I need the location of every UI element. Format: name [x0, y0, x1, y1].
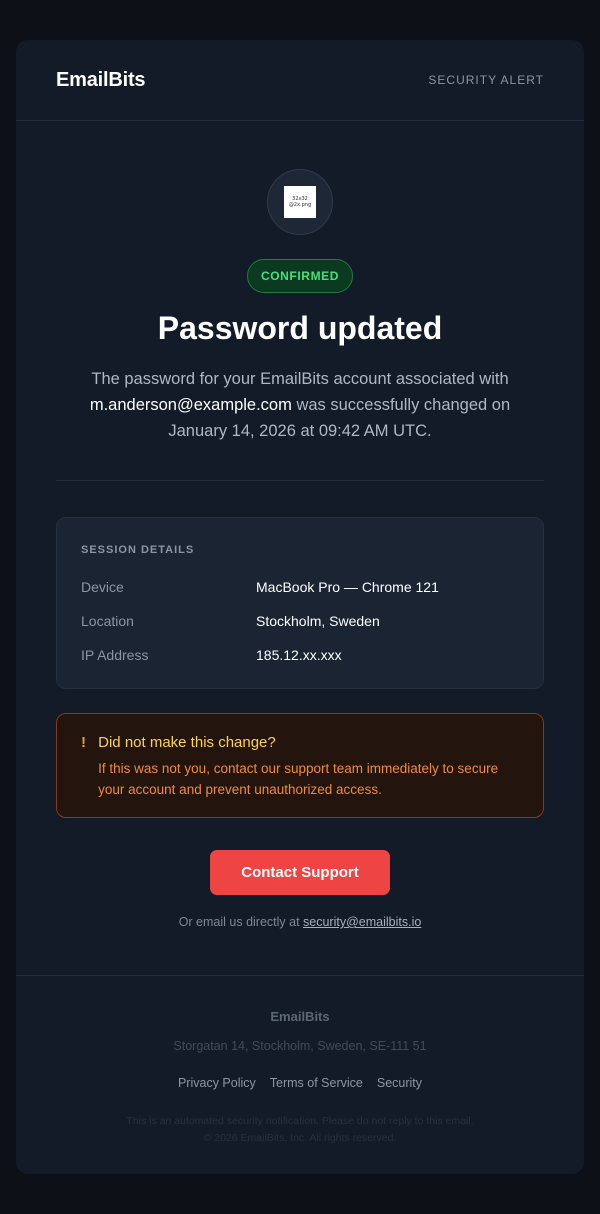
- page-title: Password updated: [157, 310, 443, 346]
- session-value: MacBook Pro — Chrome 121: [256, 579, 439, 595]
- exclamation-icon: !: [81, 734, 86, 751]
- session-details-panel: SESSION DETAILS Device MacBook Pro — Chr…: [56, 517, 544, 689]
- security-alert-label: SECURITY ALERT: [428, 73, 544, 87]
- contact-support-button[interactable]: Contact Support: [210, 850, 390, 895]
- security-email-link[interactable]: security@emailbits.io: [303, 915, 421, 929]
- brand-logo: EmailBits: [56, 68, 146, 91]
- account-email: m.anderson@example.com: [89, 396, 292, 414]
- session-value: 185.12.xx.xxx: [256, 647, 342, 663]
- session-value: Stockholm, Sweden: [256, 613, 380, 629]
- session-row-ip: IP Address 185.12.xx.xxx: [81, 638, 519, 672]
- direct-email-line: Or email us directly at security@emailbi…: [16, 915, 584, 929]
- warning-box: ! Did not make this change? If this was …: [56, 713, 544, 818]
- footer-note: This is an automated security notificati…: [16, 1113, 584, 1147]
- message-text-before: The password for your EmailBits account …: [91, 370, 509, 388]
- session-row-location: Location Stockholm, Sweden: [81, 604, 519, 638]
- direct-email-prefix: Or email us directly at: [178, 915, 304, 929]
- security-link[interactable]: Security: [377, 1076, 422, 1090]
- warning-title: Did not make this change?: [98, 734, 276, 751]
- footer-disclaimer: This is an automated security notificati…: [126, 1115, 474, 1127]
- session-label: Device: [81, 579, 124, 595]
- divider: [56, 480, 544, 481]
- confirmation-message: The password for your EmailBits account …: [86, 366, 514, 444]
- footer-links: Privacy Policy Terms of Service Security: [16, 1076, 584, 1090]
- lock-icon: 32x32 @2x.png: [267, 169, 333, 235]
- footer-address: Storgatan 14, Stockholm, Sweden, SE-111 …: [173, 1039, 427, 1053]
- privacy-policy-link[interactable]: Privacy Policy: [178, 1076, 256, 1090]
- session-row-device: Device MacBook Pro — Chrome 121: [81, 570, 519, 604]
- email-card: EmailBits SECURITY ALERT 32x32 @2x.png C…: [16, 40, 584, 1174]
- status-badge: CONFIRMED: [247, 259, 353, 293]
- session-label: Location: [81, 613, 134, 629]
- terms-of-service-link[interactable]: Terms of Service: [270, 1076, 363, 1090]
- footer-copyright: © 2026 EmailBits, Inc. All rights reserv…: [203, 1132, 397, 1144]
- warning-text: If this was not you, contact our support…: [98, 761, 499, 797]
- warning-content: Did not make this change? If this was no…: [98, 734, 519, 817]
- session-label: IP Address: [81, 647, 149, 663]
- icon-placeholder-image: 32x32 @2x.png: [284, 186, 316, 218]
- session-details-heading: SESSION DETAILS: [81, 544, 195, 556]
- email-footer: EmailBits Storgatan 14, Stockholm, Swede…: [16, 975, 584, 1174]
- footer-brand: EmailBits: [270, 1009, 330, 1024]
- email-header: EmailBits SECURITY ALERT: [16, 40, 584, 121]
